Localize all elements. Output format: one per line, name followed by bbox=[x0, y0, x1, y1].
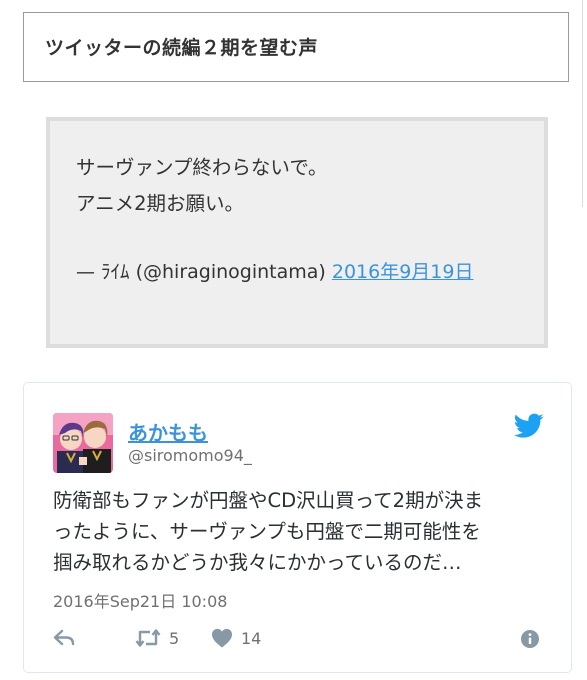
section-heading: ツイッターの続編２期を望む声 bbox=[45, 37, 319, 59]
scrollbar-edge bbox=[582, 0, 583, 207]
retweet-button[interactable]: 5 bbox=[135, 627, 179, 649]
heart-icon bbox=[212, 628, 232, 648]
like-button[interactable]: 14 bbox=[211, 627, 261, 649]
avatar[interactable] bbox=[53, 413, 113, 473]
tweet-screen-name[interactable]: @siromomo94_ bbox=[128, 446, 252, 465]
quote-credit-line: — ﾗｲﾑ (@hiraginogintama) 2016年9月19日 bbox=[76, 257, 473, 284]
tweet-card[interactable]: あかもも @siromomo94_ 防衛部もファンが円盤やCD沢山買って2期が決… bbox=[23, 382, 572, 673]
quote-date-link[interactable]: 2016年9月19日 bbox=[332, 261, 474, 283]
tweet-text-line-2: ったように、サーヴァンプも円盤で二期可能性を bbox=[53, 520, 481, 543]
section-heading-box: ツイッターの続編２期を望む声 bbox=[23, 12, 569, 82]
reply-icon bbox=[53, 629, 75, 646]
page: ツイッターの続編２期を望む声 サーヴァンプ終わらないで。 アニメ2期お願い。 —… bbox=[0, 0, 587, 680]
info-icon[interactable] bbox=[520, 629, 540, 649]
tweet-display-name[interactable]: あかもも bbox=[128, 417, 208, 446]
embedded-quote: サーヴァンプ終わらないで。 アニメ2期お願い。 — ﾗｲﾑ (@hiragino… bbox=[46, 117, 548, 348]
tweet-timestamp[interactable]: 2016年Sep21日 10:08 bbox=[53, 588, 227, 612]
tweet-text-line-1: 防衛部もファンが円盤やCD沢山買って2期が決ま bbox=[53, 489, 484, 512]
retweet-icon bbox=[135, 629, 161, 647]
twitter-bird-icon[interactable] bbox=[514, 413, 544, 439]
quote-author: — ﾗｲﾑ (@hiraginogintama) bbox=[76, 261, 326, 283]
quote-line-2: アニメ2期お願い。 bbox=[76, 192, 245, 215]
reply-button[interactable] bbox=[53, 627, 75, 649]
avatar-image bbox=[53, 413, 113, 473]
retweet-count: 5 bbox=[169, 628, 180, 648]
tweet-text: 防衛部もファンが円盤やCD沢山買って2期が決ま ったように、サーヴァンプも円盤で… bbox=[53, 485, 553, 578]
like-count: 14 bbox=[241, 628, 262, 648]
quote-line-1: サーヴァンプ終わらないで。 bbox=[76, 156, 328, 179]
tweet-text-line-3: 掴み取れるかどうか我々にかかっているのだ… bbox=[53, 551, 462, 574]
